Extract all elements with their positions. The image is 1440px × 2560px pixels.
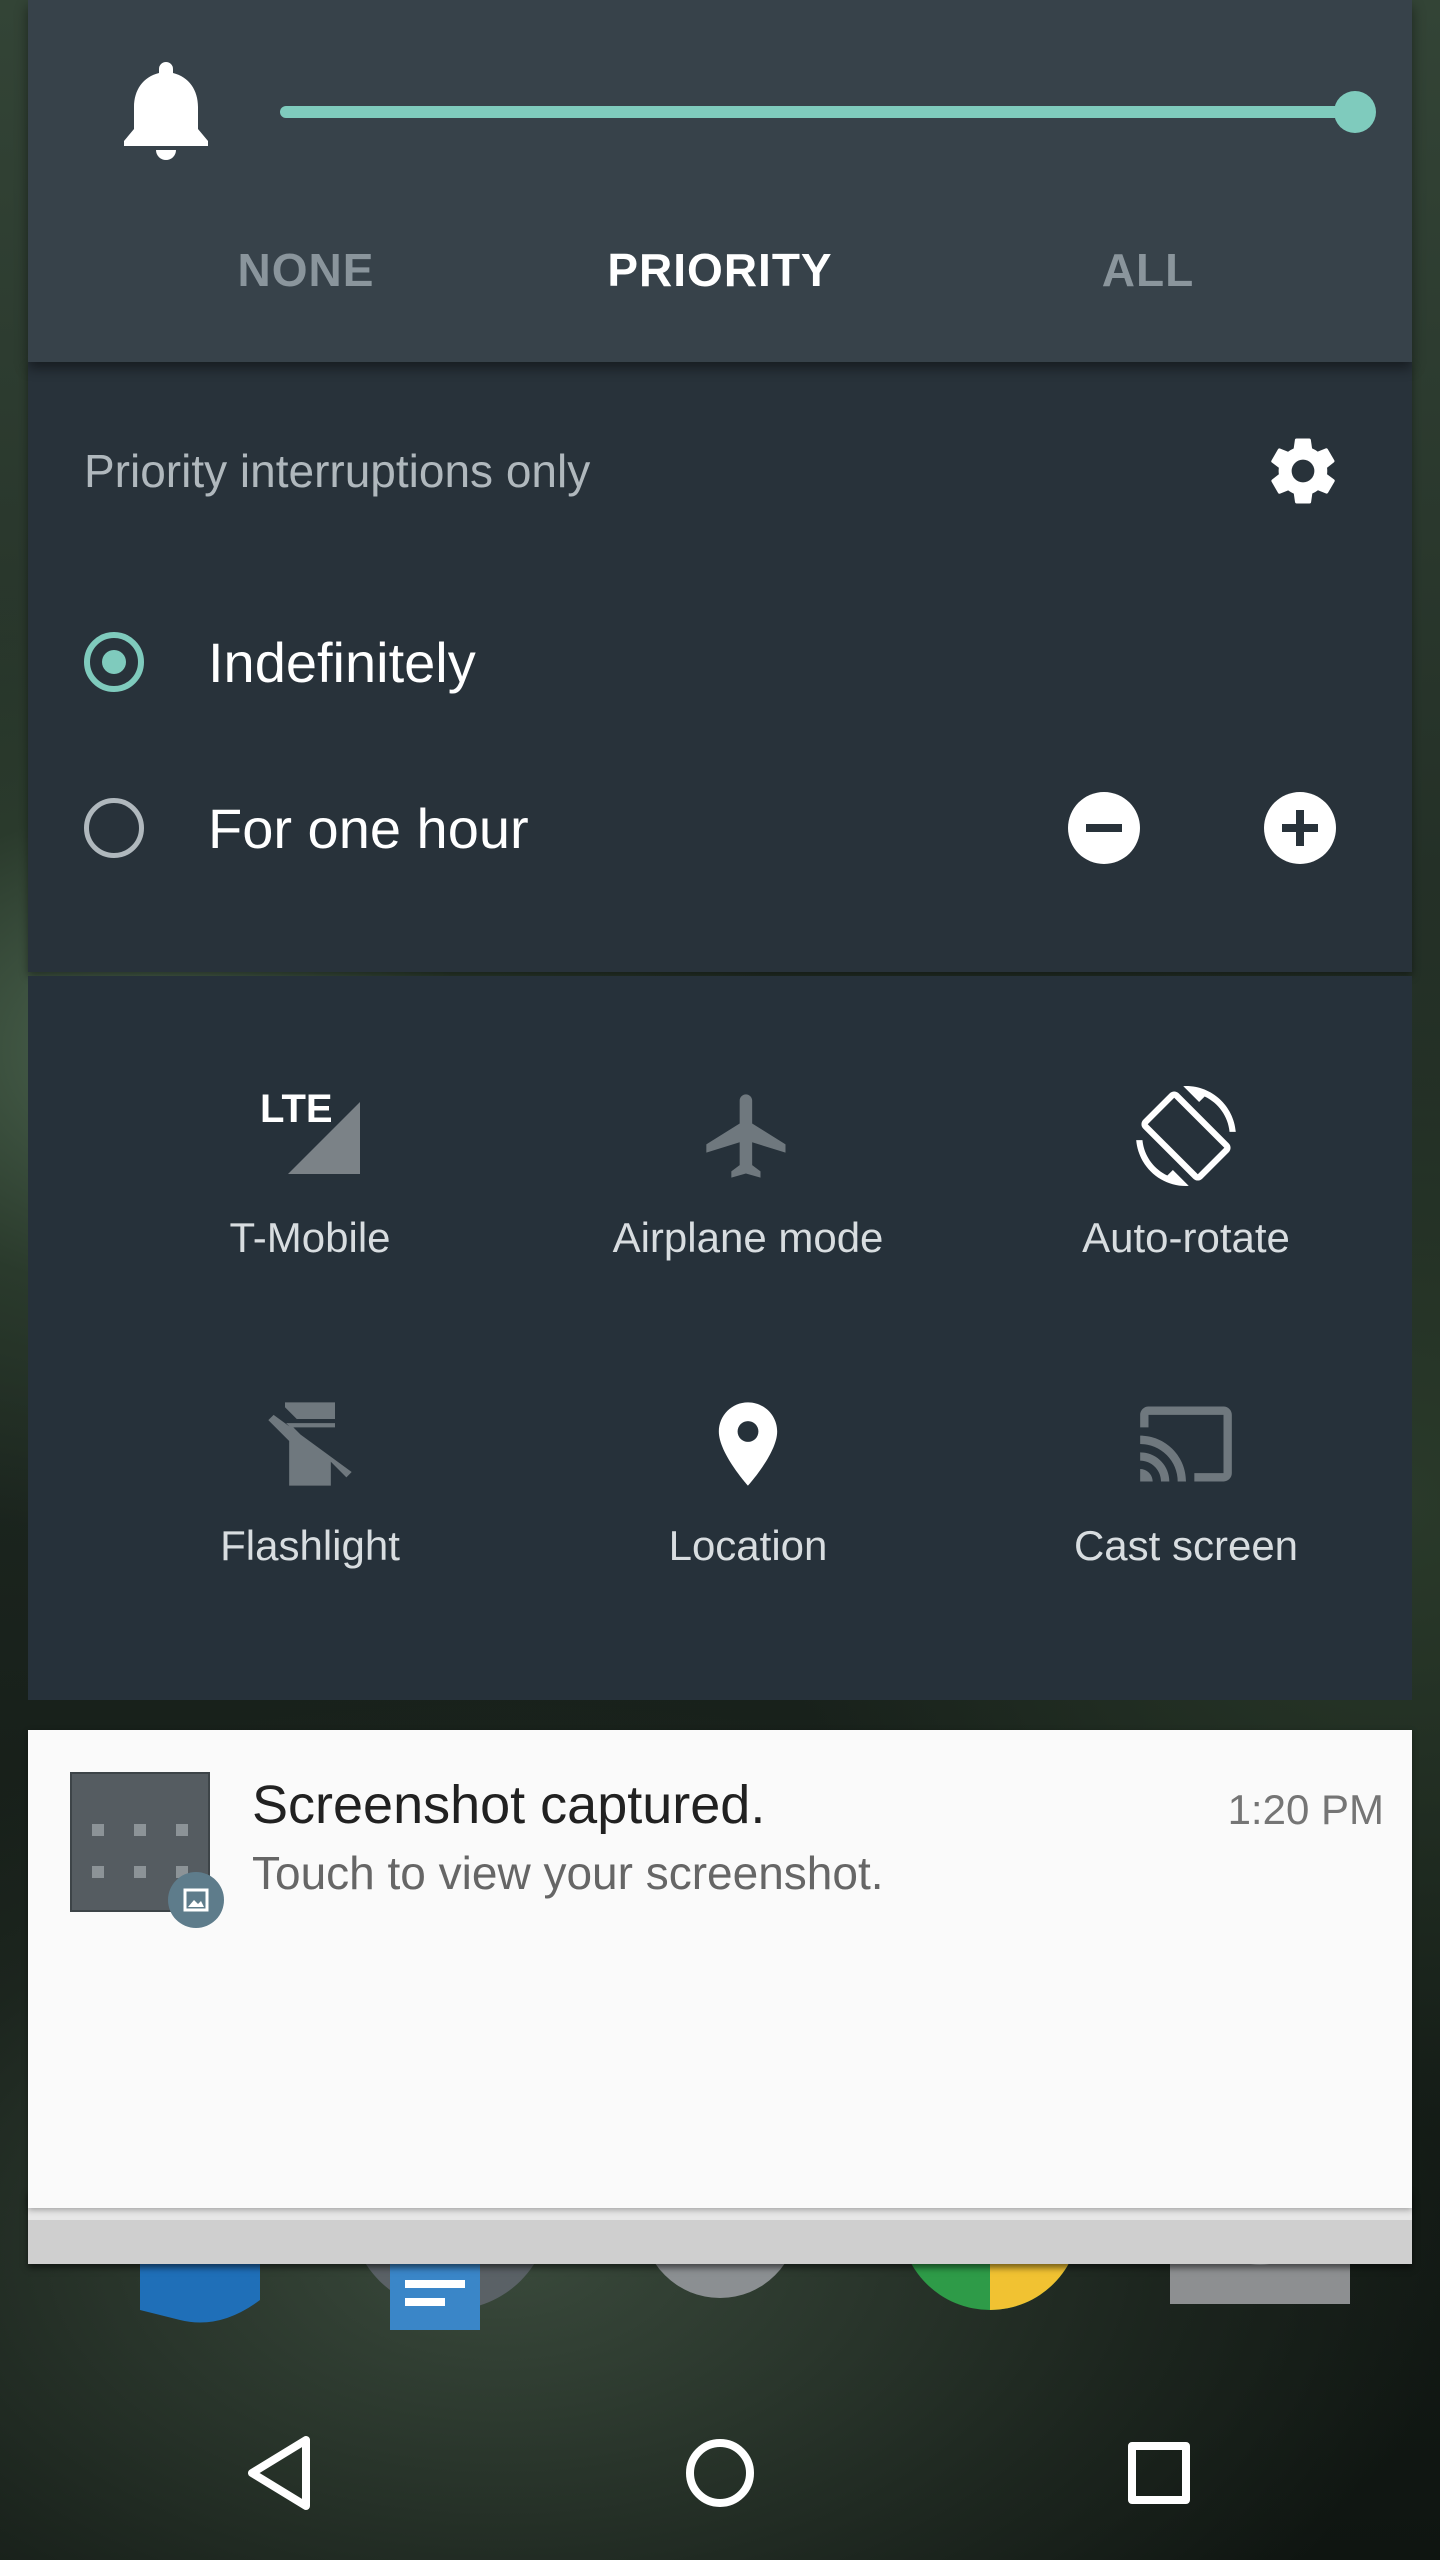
notification-screenshot[interactable]: Screenshot captured. 1:20 PM Touch to vi…: [28, 1730, 1412, 2208]
airplane-icon: [706, 1094, 786, 1178]
volume-slider-track[interactable]: [280, 106, 1354, 118]
image-icon: [168, 1872, 224, 1928]
navigation-bar: [0, 2380, 1440, 2560]
tile-label: Cast screen: [1073, 1522, 1299, 1569]
tile-flashlight[interactable]: Flashlight: [90, 1394, 530, 1654]
tile-label: T-Mobile: [229, 1214, 391, 1261]
volume-panel: NONE PRIORITY ALL: [28, 0, 1412, 362]
priority-title: Priority interruptions only: [84, 445, 591, 497]
notification-text: Touch to view your screenshot.: [252, 1847, 884, 1899]
quick-settings-panel: LTE T-Mobile Airplane mode Auto-rotate F…: [28, 976, 1412, 1700]
notification-title: Screenshot captured.: [252, 1775, 766, 1835]
lte-signal-icon: LTE: [260, 1087, 360, 1174]
tile-label: Auto-rotate: [1082, 1214, 1290, 1261]
decrease-duration-button[interactable]: [1068, 792, 1140, 864]
plus-circle-icon: [1282, 810, 1318, 846]
tile-t-mobile[interactable]: LTE T-Mobile: [90, 1086, 530, 1346]
auto-rotate-icon: [1136, 1086, 1236, 1186]
bell-icon[interactable]: [124, 62, 208, 162]
tile-airplane-mode[interactable]: Airplane mode: [528, 1086, 968, 1346]
radio-for-one-hour[interactable]: [84, 798, 144, 858]
location-pin-icon: [718, 1402, 778, 1486]
option-label-for-one-hour[interactable]: For one hour: [208, 796, 529, 861]
gear-icon[interactable]: [1264, 432, 1342, 510]
cast-icon: [1140, 1406, 1232, 1482]
tab-all[interactable]: ALL: [998, 243, 1298, 297]
minus-circle-icon: [1086, 824, 1122, 832]
tile-location[interactable]: Location: [528, 1394, 968, 1654]
lte-badge: LTE: [260, 1087, 333, 1131]
tile-label: Airplane mode: [612, 1214, 884, 1261]
volume-slider-thumb[interactable]: [1334, 91, 1376, 133]
tile-label: Flashlight: [220, 1522, 400, 1569]
radio-indefinitely[interactable]: [84, 632, 144, 692]
notification-time: 1:20 PM: [1227, 1786, 1384, 1833]
tab-none[interactable]: NONE: [156, 243, 456, 297]
home-circle-icon[interactable]: [675, 2428, 765, 2518]
flashlight-off-icon: [268, 1402, 352, 1486]
option-label-indefinitely[interactable]: Indefinitely: [208, 630, 476, 695]
priority-panel: Priority interruptions only Indefinitely…: [28, 362, 1412, 972]
back-triangle-icon[interactable]: [236, 2428, 326, 2518]
tile-cast-screen[interactable]: Cast screen: [966, 1394, 1406, 1654]
tab-priority[interactable]: PRIORITY: [570, 243, 870, 297]
tile-auto-rotate[interactable]: Auto-rotate: [966, 1086, 1406, 1346]
tile-label: Location: [668, 1522, 828, 1569]
recents-square-icon[interactable]: [1114, 2428, 1204, 2518]
increase-duration-button[interactable]: [1264, 792, 1336, 864]
